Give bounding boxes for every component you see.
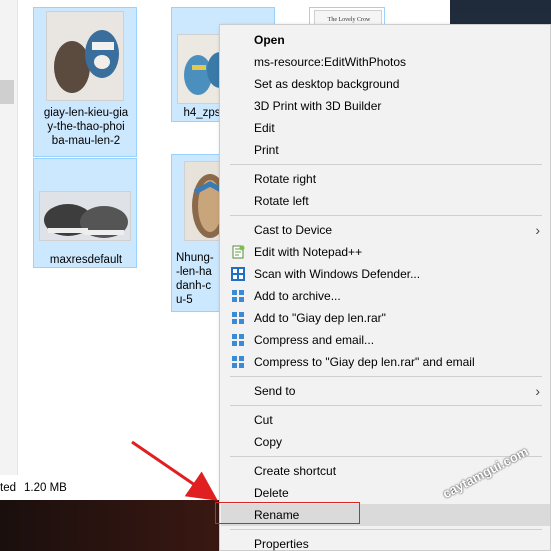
annotation-arrow [131,440,218,501]
